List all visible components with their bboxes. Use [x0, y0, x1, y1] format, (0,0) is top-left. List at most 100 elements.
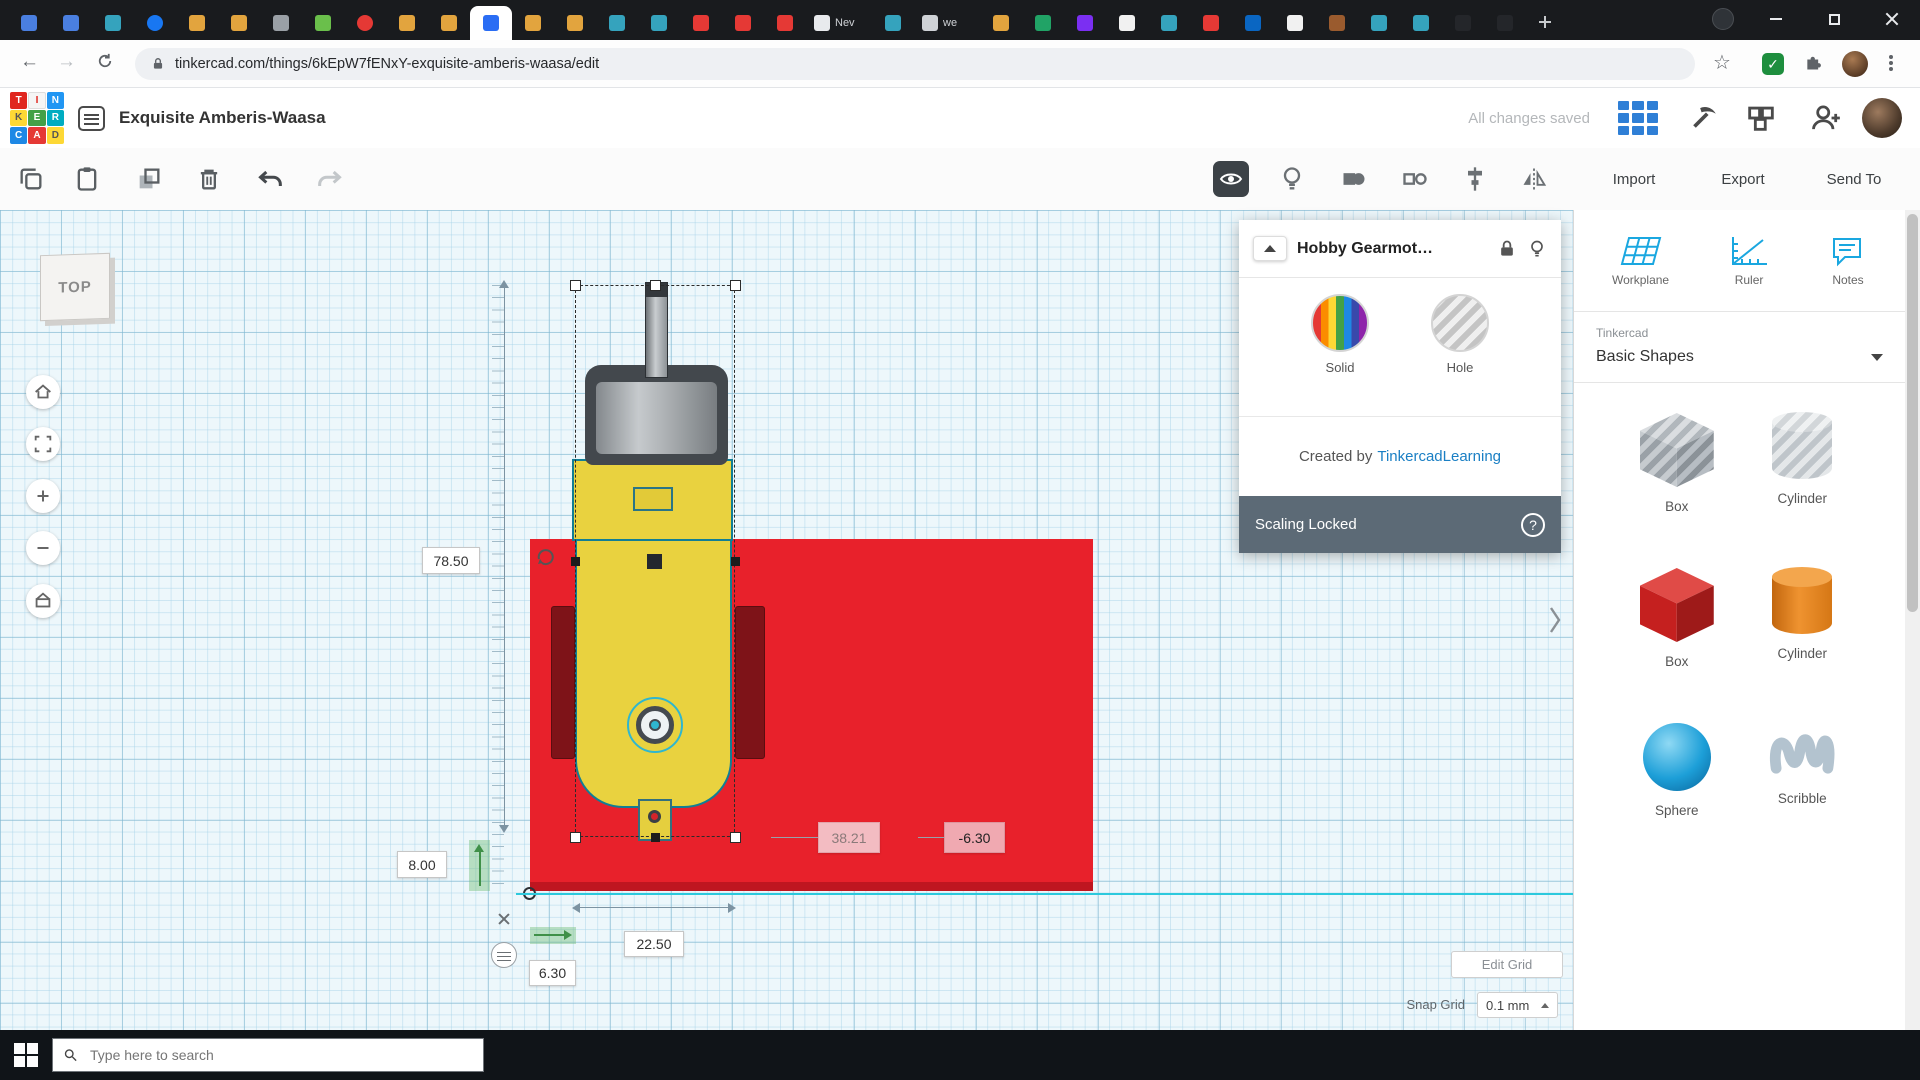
home-view-button[interactable]: [26, 375, 60, 409]
browser-tab[interactable]: [1148, 6, 1190, 40]
browser-tab[interactable]: [1190, 6, 1232, 40]
zoom-out-button[interactable]: [26, 531, 60, 565]
zoom-in-button[interactable]: [26, 479, 60, 513]
reload-button[interactable]: [96, 52, 114, 76]
browser-tab[interactable]: [1400, 6, 1442, 40]
position-y-input[interactable]: -6.30: [944, 822, 1005, 853]
left-wheel-shape[interactable]: [551, 606, 575, 759]
shape-cylinder[interactable]: Cylinder: [1740, 413, 1866, 514]
browser-tab[interactable]: [512, 6, 554, 40]
browser-tab[interactable]: [722, 6, 764, 40]
browser-tab[interactable]: [1022, 6, 1064, 40]
inspector-collapse-button[interactable]: [1253, 236, 1287, 261]
browser-tab[interactable]: [92, 6, 134, 40]
browser-tab[interactable]: [218, 6, 260, 40]
design-list-button[interactable]: [78, 106, 105, 131]
group-button[interactable]: [1340, 165, 1368, 193]
selection-handle[interactable]: [650, 280, 661, 291]
shape-box[interactable]: Box: [1614, 568, 1740, 669]
sidebar-collapse-button[interactable]: [1548, 602, 1568, 638]
browser-tab[interactable]: [428, 6, 470, 40]
browser-tab[interactable]: we: [914, 6, 980, 40]
invite-person-button[interactable]: [1808, 101, 1842, 135]
align-button[interactable]: [1461, 165, 1489, 193]
import-button[interactable]: Import: [1597, 148, 1671, 210]
window-minimize-button[interactable]: [1753, 0, 1799, 38]
browser-profile-avatar[interactable]: [1842, 51, 1868, 77]
browser-tab[interactable]: [260, 6, 302, 40]
height-dimension-label[interactable]: 78.50: [422, 547, 480, 574]
copy-button[interactable]: [17, 165, 45, 193]
selection-handle[interactable]: [570, 832, 581, 843]
browser-tab[interactable]: [764, 6, 806, 40]
minecraft-pickaxe-button[interactable]: [1686, 101, 1720, 135]
elevation-dimension-label[interactable]: 8.00: [397, 851, 447, 878]
browser-tab[interactable]: [872, 6, 914, 40]
width-dimension-label[interactable]: 22.50: [624, 931, 684, 957]
sidebar-scrollbar[interactable]: [1905, 210, 1920, 1030]
browser-tab[interactable]: [344, 6, 386, 40]
notes-tool[interactable]: Notes: [1829, 235, 1867, 287]
start-button[interactable]: [14, 1043, 38, 1067]
mirror-button[interactable]: [1520, 165, 1548, 193]
browser-tab[interactable]: [554, 6, 596, 40]
tinkercad-logo[interactable]: TIN KER CAD: [10, 92, 64, 144]
browser-tab[interactable]: [638, 6, 680, 40]
perspective-toggle-button[interactable]: [26, 584, 60, 618]
library-selector[interactable]: Tinkercad Basic Shapes: [1574, 312, 1905, 383]
fit-view-button[interactable]: [26, 427, 60, 461]
user-avatar[interactable]: [1862, 98, 1902, 138]
search-input[interactable]: [88, 1046, 473, 1064]
blocks-grid-button[interactable]: [1616, 99, 1660, 137]
new-tab-button[interactable]: [1532, 9, 1558, 35]
shape-name[interactable]: Hobby Gearmot…: [1297, 240, 1487, 258]
redo-button[interactable]: [315, 165, 343, 193]
selection-handle[interactable]: [570, 280, 581, 291]
selection-handle[interactable]: [730, 280, 741, 291]
duplicate-button[interactable]: [135, 165, 163, 193]
ruler-menu-button[interactable]: [491, 942, 517, 968]
window-close-button[interactable]: [1869, 0, 1915, 38]
show-all-button[interactable]: [1213, 161, 1249, 197]
created-by-link[interactable]: TinkercadLearning: [1377, 448, 1501, 465]
help-button[interactable]: ?: [1521, 513, 1545, 537]
workplane-tool[interactable]: Workplane: [1612, 235, 1669, 287]
shape-cylinder[interactable]: Cylinder: [1740, 568, 1866, 669]
light-button[interactable]: [1278, 165, 1306, 193]
url-bar[interactable]: tinkercad.com/things/6kEpW7fENxY-exquisi…: [135, 48, 1695, 80]
extensions-puzzle-button[interactable]: [1804, 52, 1826, 74]
bricks-button[interactable]: [1744, 101, 1778, 135]
design-title[interactable]: Exquisite Amberis-Waasa: [119, 88, 326, 148]
export-button[interactable]: Export: [1706, 148, 1780, 210]
browser-tab[interactable]: [680, 6, 722, 40]
browser-tab[interactable]: [1064, 6, 1106, 40]
browser-tab[interactable]: [1274, 6, 1316, 40]
lightbulb-icon[interactable]: [1527, 239, 1547, 259]
browser-tab[interactable]: [596, 6, 638, 40]
scrollbar-thumb[interactable]: [1907, 214, 1918, 612]
selection-handle[interactable]: [730, 832, 741, 843]
browser-tab[interactable]: [386, 6, 428, 40]
browser-tab[interactable]: [50, 6, 92, 40]
browser-tab[interactable]: [302, 6, 344, 40]
ruler-tool[interactable]: Ruler: [1729, 235, 1769, 287]
browser-tab[interactable]: [1106, 6, 1148, 40]
selection-handle-mid[interactable]: [731, 557, 740, 566]
browser-tab[interactable]: [134, 6, 176, 40]
tab-search-icon[interactable]: [1712, 8, 1734, 30]
solid-option[interactable]: Solid: [1311, 294, 1369, 416]
bookmark-star-button[interactable]: ☆: [1713, 50, 1735, 72]
browser-tab[interactable]: [1232, 6, 1274, 40]
browser-tab[interactable]: [8, 6, 50, 40]
extension-check-icon[interactable]: ✓: [1762, 53, 1784, 75]
browser-tab[interactable]: [980, 6, 1022, 40]
browser-tab[interactable]: [1316, 6, 1358, 40]
hole-option[interactable]: Hole: [1431, 294, 1489, 416]
ungroup-button[interactable]: [1401, 165, 1429, 193]
send-to-button[interactable]: Send To: [1814, 148, 1894, 210]
browser-tab[interactable]: Nev: [806, 6, 872, 40]
delete-button[interactable]: [195, 165, 223, 193]
view-cube[interactable]: TOP: [40, 253, 110, 321]
browser-menu-button[interactable]: [1886, 53, 1896, 75]
browser-tab[interactable]: [470, 6, 512, 40]
